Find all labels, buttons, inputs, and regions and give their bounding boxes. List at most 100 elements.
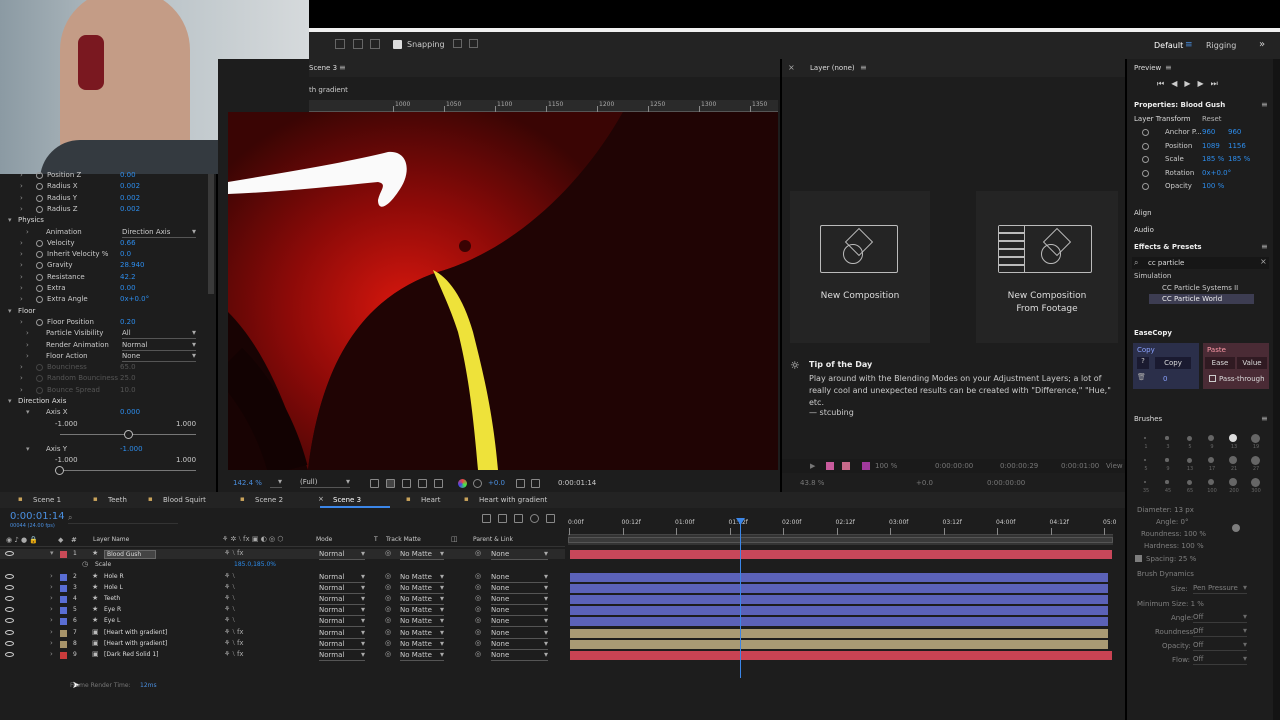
layer-name[interactable]: [Dark Red Solid 1] xyxy=(104,651,158,658)
pickwhip-icon[interactable]: ◎ xyxy=(475,572,481,580)
visibility-eye-icon[interactable] xyxy=(5,551,14,556)
stopwatch-icon[interactable] xyxy=(1142,129,1149,136)
layer-track-matte-dropdown[interactable]: No Matte xyxy=(400,616,444,627)
expand-arrow-icon[interactable]: › xyxy=(26,228,29,236)
comp-breadcrumb[interactable]: th gradient xyxy=(309,86,348,94)
comp-tab[interactable]: Scene 3 xyxy=(309,64,337,72)
brush-tip-dot[interactable] xyxy=(1229,434,1237,442)
preview-title[interactable]: Preview xyxy=(1134,64,1161,72)
effect-param-dropdown[interactable]: None xyxy=(122,351,196,362)
expand-arrow-icon[interactable]: › xyxy=(26,341,29,349)
grid-icon[interactable] xyxy=(434,479,443,488)
layer-duration-bar[interactable] xyxy=(570,584,1108,593)
zoom-dropdown[interactable] xyxy=(270,477,282,488)
expand-arrow-icon[interactable]: › xyxy=(20,284,23,292)
transform-prop-value-2[interactable]: 960 xyxy=(1228,128,1241,136)
layer-duration-bar[interactable] xyxy=(570,573,1108,582)
layer-mode-dropdown[interactable]: Normal xyxy=(319,605,365,616)
clear-search-icon[interactable]: × xyxy=(1260,257,1267,266)
effect-param-dropdown[interactable]: Normal xyxy=(122,340,196,351)
layer-parent-dropdown[interactable]: None xyxy=(491,572,548,583)
effect-cc-particle-systems[interactable]: CC Particle Systems II xyxy=(1162,284,1238,292)
guides-icon[interactable] xyxy=(418,479,427,488)
layer-switches[interactable]: ⚘ ⧵ xyxy=(224,605,235,614)
layer-label-color[interactable] xyxy=(60,641,67,648)
layer-panel-exposure[interactable]: +0.0 xyxy=(916,479,933,487)
layer-duration-bar[interactable] xyxy=(570,629,1108,638)
simulation-folder[interactable]: Simulation xyxy=(1134,272,1171,280)
timeline-tab[interactable]: Heart xyxy=(421,496,440,504)
layer-mode-dropdown[interactable]: Normal xyxy=(319,616,365,627)
show-snapshot-icon[interactable] xyxy=(531,479,540,488)
effect-param-value[interactable]: 0.66 xyxy=(120,239,136,247)
stopwatch-icon[interactable] xyxy=(36,205,43,213)
transform-prop-value-1[interactable]: 1089 xyxy=(1202,142,1220,150)
visibility-eye-icon[interactable] xyxy=(5,618,14,623)
expand-arrow-icon[interactable]: › xyxy=(20,318,23,326)
effects-presets-title[interactable]: Effects & Presets xyxy=(1134,243,1202,251)
layer-switches[interactable]: ⚘ ⧵ xyxy=(224,594,235,603)
expand-arrow-icon[interactable]: › xyxy=(50,572,53,580)
brush-tip-dot[interactable] xyxy=(1250,455,1260,465)
snapshot-icon[interactable] xyxy=(516,479,525,488)
timeline-tab[interactable]: Scene 3 xyxy=(333,496,361,504)
new-composition-from-footage-button[interactable]: New Composition From Footage xyxy=(976,191,1118,343)
layer-duration-bar[interactable] xyxy=(570,617,1108,626)
layer-name[interactable]: [Heart with gradient] xyxy=(104,640,167,647)
layer-panel-zoom[interactable]: 43.8 % xyxy=(800,479,824,487)
pin-tool-icon[interactable] xyxy=(370,39,380,49)
layer-parent-dropdown[interactable]: None xyxy=(491,583,548,594)
expand-arrow-icon[interactable]: › xyxy=(50,639,53,647)
effect-param-value[interactable]: 0.002 xyxy=(120,205,140,213)
layer-switches[interactable]: ⚘ ⧵ xyxy=(224,572,235,581)
layer-name[interactable]: Hole L xyxy=(104,584,123,591)
expand-arrow-icon[interactable]: › xyxy=(20,205,23,213)
brush-tip-dot[interactable] xyxy=(1165,458,1169,462)
effect-param-value[interactable]: 65.0 xyxy=(120,363,136,371)
layer-duration-bar[interactable] xyxy=(570,550,1112,559)
layer-label-color[interactable] xyxy=(60,574,67,581)
expand-arrow-icon[interactable]: ▾ xyxy=(8,397,12,405)
reset-button[interactable]: Reset xyxy=(1202,115,1222,123)
draft-3d-icon[interactable] xyxy=(498,514,507,523)
expand-icon[interactable] xyxy=(453,39,462,48)
axis-x-slider-handle[interactable] xyxy=(124,429,133,439)
effect-param-value[interactable]: 0x+0.0° xyxy=(120,295,149,303)
layer-switches[interactable]: ⚘ ⧵ fx xyxy=(224,639,244,648)
visibility-eye-icon[interactable] xyxy=(5,652,14,657)
timeline-tab[interactable]: Blood Squirt xyxy=(163,496,206,504)
layer-name[interactable]: Blood Gush xyxy=(104,550,157,559)
layer-switches[interactable]: ⚘ ⧵ fx xyxy=(224,650,244,659)
expand-arrow-icon[interactable]: › xyxy=(20,273,23,281)
visibility-eye-icon[interactable] xyxy=(5,585,14,590)
brush-tip-dot[interactable] xyxy=(1229,478,1237,486)
layer-label-color[interactable] xyxy=(60,607,67,614)
brush-tip-dot[interactable] xyxy=(1144,459,1146,461)
effect-param-value[interactable]: 10.0 xyxy=(120,386,136,394)
brush-dyn-flow-dropdown[interactable]: Off xyxy=(1193,654,1247,665)
stopwatch-icon[interactable] xyxy=(1142,142,1149,150)
axis-y-slider-track[interactable] xyxy=(60,469,196,471)
brush-tip-dot[interactable] xyxy=(1144,481,1146,483)
pickwhip-icon[interactable]: ◎ xyxy=(475,628,481,636)
layer-parent-dropdown[interactable]: None xyxy=(491,594,548,605)
visibility-eye-icon[interactable] xyxy=(5,574,14,579)
align-title[interactable]: Align xyxy=(1134,209,1152,217)
effect-param-dropdown[interactable]: Direction Axis xyxy=(122,227,196,238)
effect-param-value[interactable]: 0.002 xyxy=(120,194,140,202)
effect-param-value[interactable]: 0.00 xyxy=(120,171,136,179)
visibility-eye-icon[interactable] xyxy=(5,596,14,601)
effect-param-value[interactable]: 0.000 xyxy=(120,408,140,416)
value-button[interactable]: Value xyxy=(1237,357,1267,369)
layer-track-matte-dropdown[interactable]: No Matte xyxy=(400,628,444,639)
effect-param-value[interactable]: 28.940 xyxy=(120,261,145,269)
puppet-tool-icon[interactable] xyxy=(353,39,363,49)
layer-switches[interactable]: ⚘ ⧵ xyxy=(224,616,235,625)
brush-tip-dot[interactable] xyxy=(1207,478,1215,486)
layer-parent-dropdown[interactable]: None xyxy=(491,605,548,616)
layer-duration-bar[interactable] xyxy=(570,595,1108,604)
expand-arrow-icon[interactable]: › xyxy=(50,628,53,636)
pickwhip-icon[interactable]: ◎ xyxy=(475,594,481,602)
visibility-eye-icon[interactable] xyxy=(5,641,14,646)
expand-arrow-icon[interactable]: › xyxy=(20,386,23,394)
